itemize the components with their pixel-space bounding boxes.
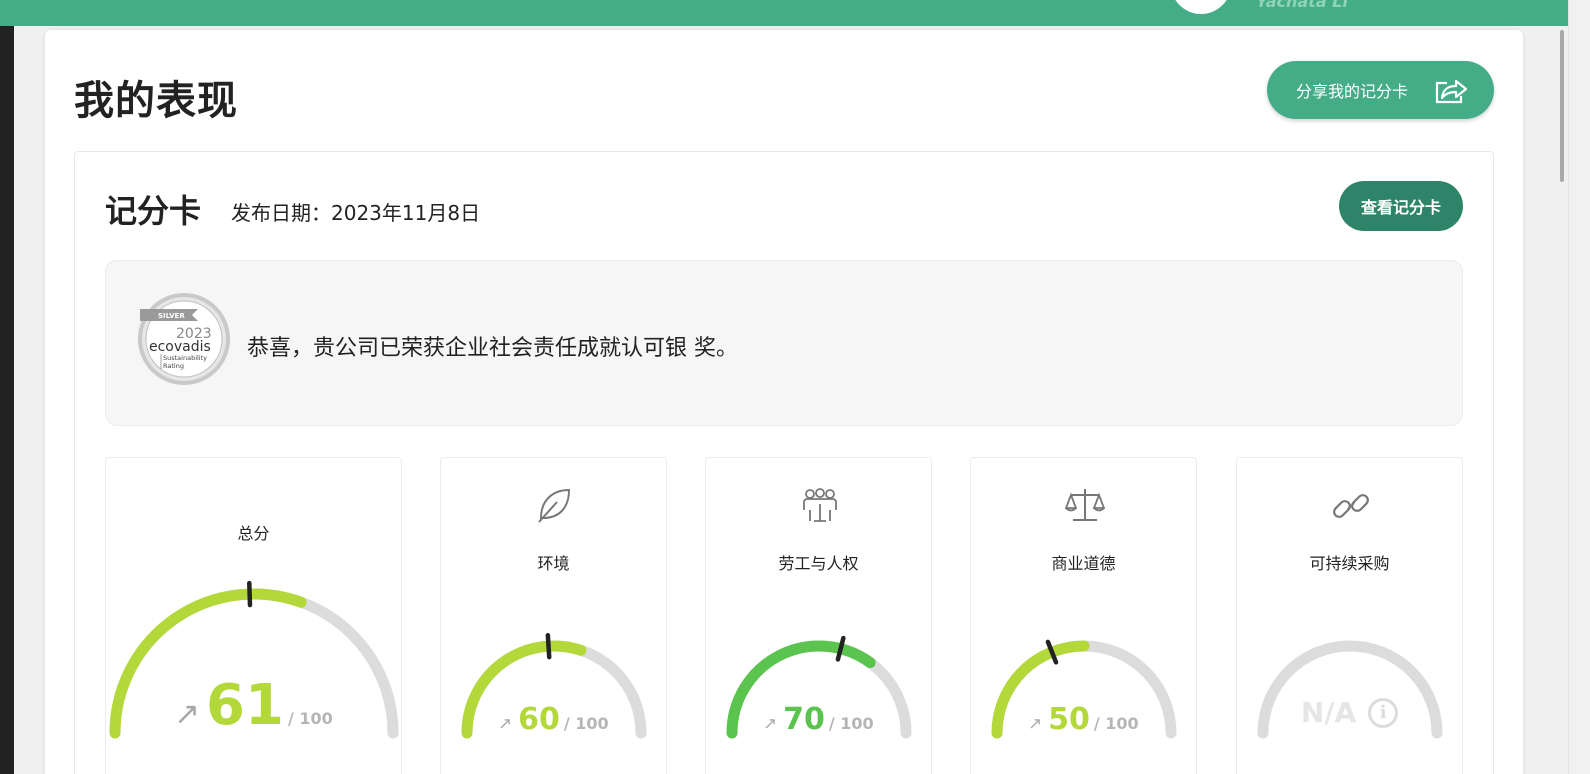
tile-label: 总分	[237, 524, 270, 543]
trend-arrow-icon: ↗	[1028, 714, 1043, 733]
score-max: / 100	[287, 709, 333, 728]
scrollbar-thumb[interactable]	[1560, 30, 1564, 182]
trend-arrow-icon: ↗	[174, 696, 201, 732]
left-edge	[0, 26, 14, 774]
score-tile-2[interactable]: 劳工与人权 ↗ 70/ 100	[705, 457, 932, 774]
page-scrollbar[interactable]	[1568, 0, 1590, 774]
score-max: / 100	[828, 714, 874, 733]
score-tile-1[interactable]: 环境 ↗ 60/ 100	[440, 457, 667, 774]
share-icon	[1435, 79, 1467, 104]
score-readout: ↗ 60/ 100	[441, 702, 666, 737]
tile-label: 环境	[537, 554, 570, 573]
award-message: 恭喜，贵公司已荣获企业社会责任成就认可银 奖。	[247, 336, 738, 361]
user-name[interactable]: Yachata Li	[1256, 0, 1348, 11]
publish-date: 发布日期：2023年11月8日	[231, 201, 481, 225]
tile-label: 可持续采购	[1309, 554, 1390, 573]
score-readout: ↗ 61/ 100	[106, 673, 401, 738]
score-readout: ↗ 50/ 100	[971, 702, 1196, 737]
tile-label: 商业道德	[1051, 554, 1116, 573]
medal-tier: SILVER	[158, 312, 185, 320]
link-icon	[1332, 494, 1369, 518]
medal-subtitle-2: Rating	[163, 362, 184, 370]
share-scorecard-button[interactable]: 分享我的记分卡	[1267, 61, 1494, 119]
page-title: 我的表现	[74, 78, 238, 124]
gauge-marker	[247, 580, 253, 608]
scorecard-title: 记分卡	[105, 192, 202, 230]
score-readout: ↗ 70/ 100	[706, 702, 931, 737]
score-tile-3[interactable]: 商业道德 ↗ 50/ 100	[970, 457, 1197, 774]
score-value: 60	[518, 702, 560, 737]
info-icon[interactable]: i	[1368, 697, 1399, 728]
score-value: 61	[206, 673, 284, 738]
scales-icon	[1064, 489, 1105, 521]
medal-subtitle-1: Sustainability	[163, 354, 207, 362]
medal-brand: ecovadis	[149, 339, 211, 355]
gauge-marker	[545, 632, 552, 660]
leaf-icon	[537, 488, 570, 523]
trend-arrow-icon: ↗	[498, 714, 513, 733]
gauge-marker	[835, 635, 846, 662]
people-icon	[802, 488, 837, 522]
tile-label: 劳工与人权	[778, 554, 859, 573]
trend-arrow-icon: ↗	[763, 714, 778, 733]
score-value: 50	[1048, 702, 1090, 737]
score-max: / 100	[1093, 714, 1139, 733]
score-value: 70	[783, 702, 825, 737]
score-tile-4[interactable]: 可持续采购 N/A i	[1236, 457, 1463, 774]
score-tile-0[interactable]: 总分 ↗ 61/ 100	[105, 457, 402, 774]
score-readout: N/A i	[1237, 696, 1462, 729]
view-scorecard-button[interactable]: 查看记分卡	[1339, 181, 1463, 231]
score-max: / 100	[563, 714, 609, 733]
share-button-label: 分享我的记分卡	[1296, 82, 1409, 101]
ecovadis-medal: SILVER 2023 ecovadis Sustainability Rati…	[138, 293, 230, 385]
score-na: N/A	[1300, 696, 1357, 729]
